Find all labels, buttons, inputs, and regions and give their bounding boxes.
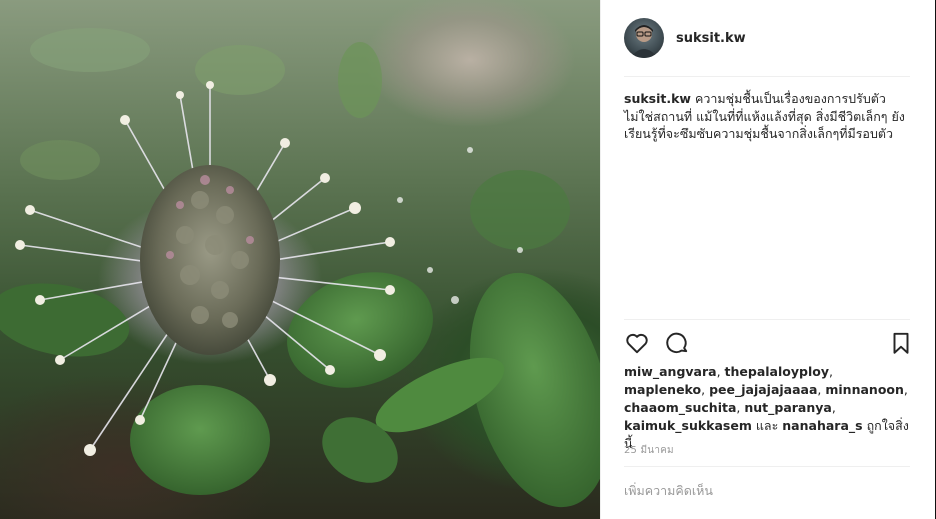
like-user[interactable]: miw_angvara: [624, 364, 717, 379]
bookmark-icon[interactable]: [888, 330, 914, 356]
likes-list: miw_angvara, thepalaloyploy, mapleneko, …: [624, 364, 909, 451]
like-user[interactable]: nut_paranya: [744, 400, 832, 415]
actions-divider: [624, 319, 910, 320]
like-user[interactable]: kaimuk_sukkasem: [624, 418, 752, 433]
avatar-image: [630, 25, 658, 58]
post-date[interactable]: 25 มีนาคม: [624, 443, 674, 458]
like-user[interactable]: thepalaloyploy: [725, 364, 829, 379]
caption-username[interactable]: suksit.kw: [624, 91, 691, 106]
flower-illustration: [0, 28, 600, 508]
like-user[interactable]: chaaom_suchita: [624, 400, 736, 415]
heart-icon[interactable]: [624, 330, 650, 356]
comment-divider: [624, 466, 910, 467]
like-user[interactable]: minnanoon: [825, 382, 904, 397]
post-header: suksit.kw: [624, 18, 746, 58]
post-photo: [0, 0, 600, 519]
comment-input[interactable]: [624, 476, 910, 504]
like-user[interactable]: nanahara_s: [782, 418, 862, 433]
header-divider: [624, 76, 910, 77]
post-details-panel: suksit.kw suksit.kw ความชุ่มชื้นเป็นเรื่อ…: [600, 0, 935, 519]
avatar[interactable]: [624, 18, 664, 58]
like-user[interactable]: pee_jajajajaaaa: [709, 382, 817, 397]
like-user[interactable]: mapleneko: [624, 382, 701, 397]
comment-icon[interactable]: [664, 330, 690, 356]
post-actions: [624, 330, 914, 356]
post-caption: suksit.kw ความชุ่มชื้นเป็นเรื่องของการปรั…: [624, 90, 914, 143]
likes-and-word: และ: [755, 418, 779, 433]
post-username[interactable]: suksit.kw: [676, 31, 746, 46]
